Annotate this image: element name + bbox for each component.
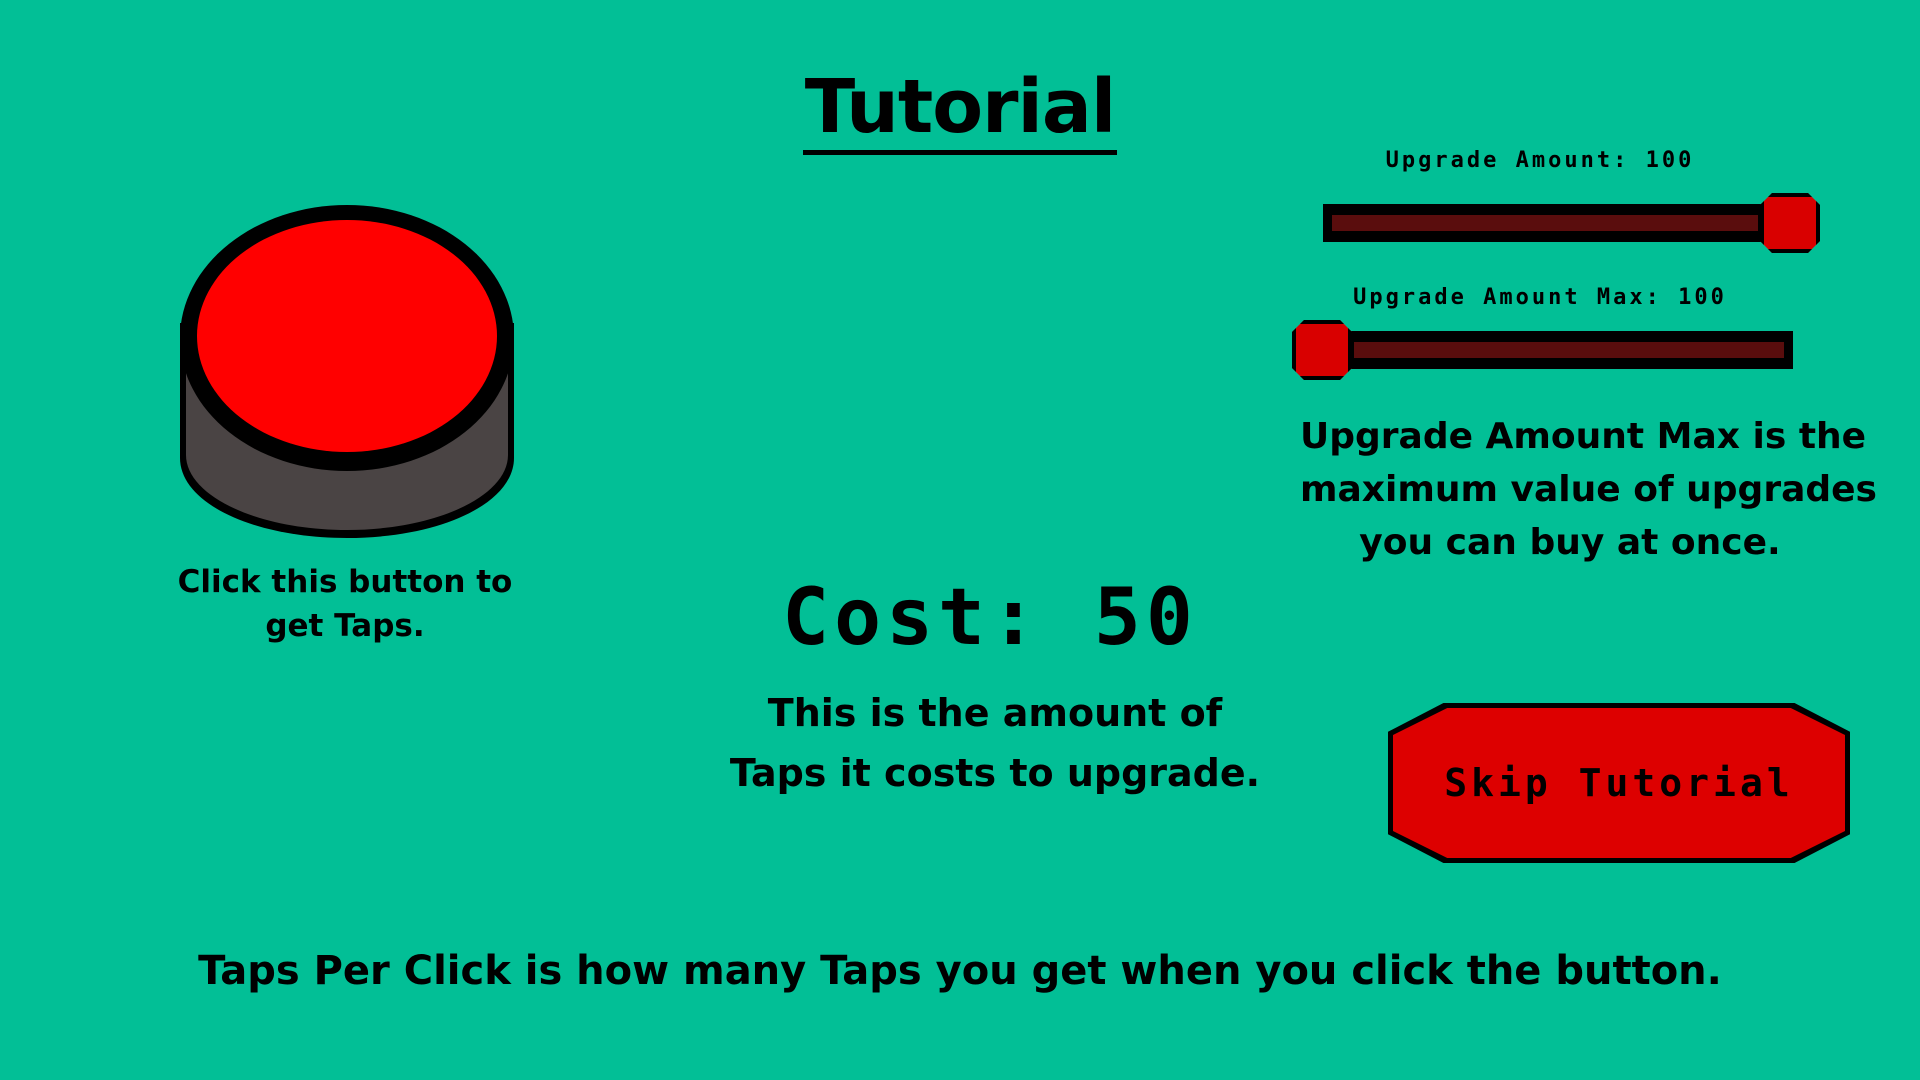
upgrade-amount-max-slider[interactable]: [1345, 331, 1793, 369]
max-caption-line-2: maximum value of upgrades: [1300, 469, 1877, 510]
slider-fill: [1332, 215, 1758, 231]
big-red-button-icon: [180, 205, 514, 538]
taps-per-click-caption: Taps Per Click is how many Taps you get …: [198, 948, 1722, 994]
upgrade-amount-max-label: Upgrade Amount Max: 100: [1353, 285, 1727, 310]
cost-caption-line-1: This is the amount of: [767, 691, 1223, 735]
upgrade-amount-max-slider-handle[interactable]: [1292, 320, 1352, 380]
upgrade-amount-label: Upgrade Amount: 100: [1385, 148, 1695, 173]
skip-tutorial-button[interactable]: Skip Tutorial: [1388, 703, 1850, 863]
upgrade-amount-slider-handle[interactable]: [1760, 193, 1820, 253]
cost-display: Cost: 50: [782, 573, 1198, 663]
skip-tutorial-label: Skip Tutorial: [1444, 761, 1794, 805]
tap-button[interactable]: [178, 203, 516, 541]
cost-caption-line-2: Taps it costs to upgrade.: [729, 751, 1261, 795]
max-caption-line-3: you can buy at once.: [1359, 522, 1781, 563]
max-caption-line-1: Upgrade Amount Max is the: [1300, 416, 1867, 457]
tap-caption-line-2: get Taps.: [265, 608, 425, 644]
slider-fill: [1354, 342, 1784, 358]
cost-caption: This is the amount of Taps it costs to u…: [660, 683, 1330, 803]
upgrade-amount-slider[interactable]: [1323, 204, 1767, 242]
tap-caption-line-1: Click this button to: [177, 564, 513, 600]
upgrade-amount-max-caption: Upgrade Amount Max is the maximum value …: [1300, 410, 1877, 569]
tap-button-caption: Click this button to get Taps.: [175, 560, 515, 648]
title-text: Tutorial: [802, 64, 1118, 155]
page-title: Tutorial: [0, 62, 1920, 155]
